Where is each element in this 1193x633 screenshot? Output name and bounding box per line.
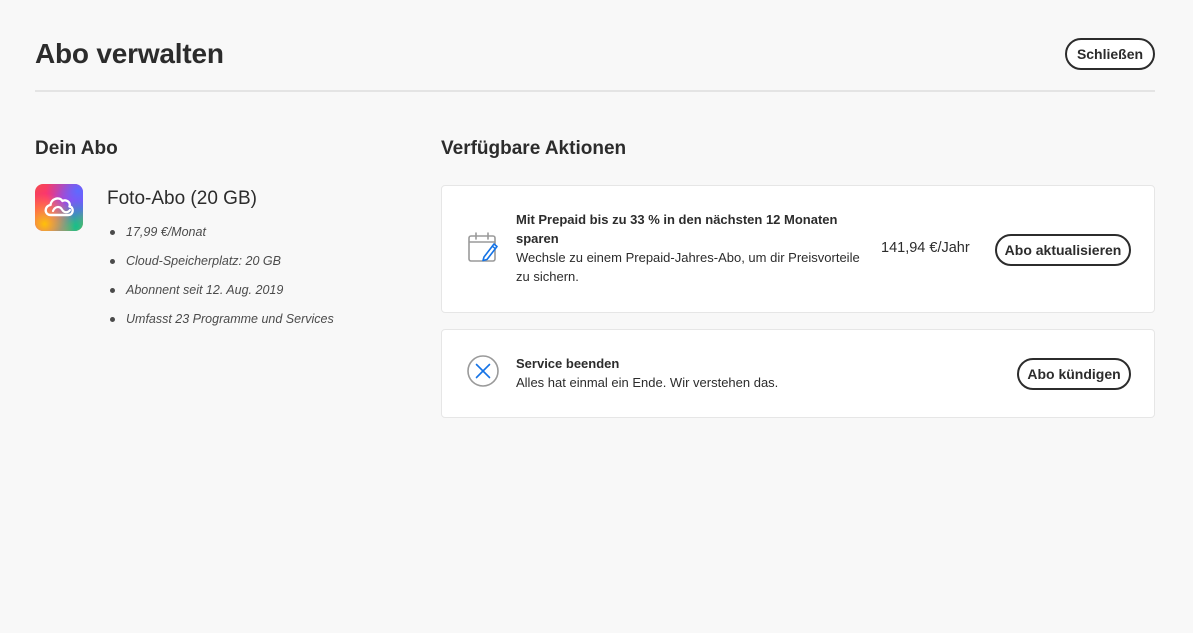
actions-section-title: Verfügbare Aktionen [441,138,627,159]
plan-detail-price: 17,99 €/Monat [110,222,334,251]
calendar-edit-icon [466,230,500,269]
cancel-plan-button[interactable]: Abo kündigen [1017,358,1131,390]
close-circle-icon [466,354,500,393]
plan-detail-since: Abonnent seit 12. Aug. 2019 [110,280,334,309]
upgrade-plan-button[interactable]: Abo aktualisieren [995,234,1131,266]
page-title: Abo verwalten [35,38,224,69]
plan-details-list: 17,99 €/Monat Cloud-Speicherplatz: 20 GB… [110,222,334,338]
prepaid-offer-text: Mit Prepaid bis zu 33 % in den nächsten … [516,210,866,286]
plan-detail-storage: Cloud-Speicherplatz: 20 GB [110,251,334,280]
prepaid-offer-description: Wechsle zu einem Prepaid-Jahres-Abo, um … [516,250,860,284]
manage-subscription-page: Abo verwalten Schließen Dein Abo Foto-Ab… [0,0,1193,633]
prepaid-offer-card: Mit Prepaid bis zu 33 % in den nächsten … [441,185,1155,313]
cancel-service-description: Alles hat einmal ein Ende. Wir verstehen… [516,375,779,390]
page-header: Abo verwalten Schließen [35,30,1155,92]
prepaid-offer-heading: Mit Prepaid bis zu 33 % in den nächsten … [516,212,838,246]
subscription-section-title: Dein Abo [35,138,118,159]
close-button[interactable]: Schließen [1065,38,1155,70]
plan-name: Foto-Abo (20 GB) [107,188,257,209]
plan-detail-includes: Umfasst 23 Programme und Services [110,309,334,338]
cancel-service-heading: Service beenden [516,356,620,371]
creative-cloud-logo [35,184,83,231]
cancel-service-card: Service beenden Alles hat einmal ein End… [441,329,1155,418]
cancel-service-text: Service beenden Alles hat einmal ein End… [516,354,916,392]
prepaid-price: 141,94 €/Jahr [881,240,970,256]
